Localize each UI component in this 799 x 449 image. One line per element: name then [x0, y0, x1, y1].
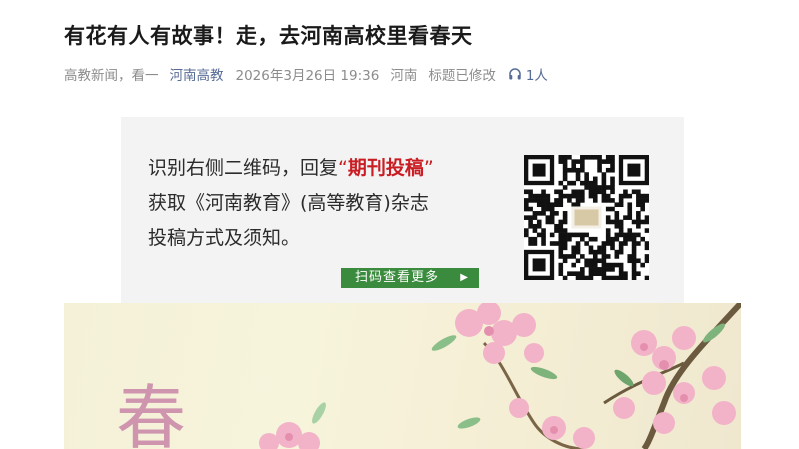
- spring-banner-image: 春: [64, 303, 741, 449]
- scan-more-label: 扫码查看更多: [355, 270, 440, 285]
- promo-line-1-prefix: 识别右侧二维码，回复: [148, 157, 339, 179]
- article-title: 有花有人有故事！走，去河南高校里看春天: [64, 24, 473, 48]
- account-name-link[interactable]: 河南高教: [170, 64, 224, 84]
- scan-more-button[interactable]: 扫码查看更多 ▶: [341, 268, 479, 288]
- qr-code-icon: [524, 155, 649, 280]
- close-quote: ”: [423, 157, 434, 179]
- listen-button[interactable]: 1人: [508, 64, 548, 84]
- promo-line-3: 投稿方式及须知。: [148, 227, 301, 249]
- banner-spring-character: 春: [116, 377, 186, 449]
- publish-location: 河南: [390, 68, 418, 84]
- source-prefix: 高教新闻，看一: [64, 68, 159, 84]
- promo-line-1: 识别右侧二维码，回复“期刊投稿”: [148, 151, 434, 186]
- qr-code-image[interactable]: [524, 155, 649, 280]
- play-arrow-icon: ▶: [460, 272, 469, 283]
- publish-datetime: 2026年3月26日 19:36: [235, 68, 380, 84]
- article-meta: 高教新闻，看一 河南高教 2026年3月26日 19:36 河南 标题已修改 1…: [64, 64, 559, 84]
- open-quote: “: [338, 157, 348, 179]
- edited-note: 标题已修改: [428, 68, 496, 84]
- promo-line-2: 获取《河南教育》(高等教育)杂志: [148, 192, 429, 214]
- headphones-icon: [509, 68, 521, 80]
- submission-promo-card: 识别右侧二维码，回复“期刊投稿” 获取《河南教育》(高等教育)杂志 投稿方式及须…: [121, 117, 684, 303]
- promo-text: 识别右侧二维码，回复“期刊投稿” 获取《河南教育》(高等教育)杂志 投稿方式及须…: [148, 151, 434, 256]
- listener-count: 1人: [525, 68, 548, 84]
- promo-keyword: 期刊投稿: [347, 157, 424, 179]
